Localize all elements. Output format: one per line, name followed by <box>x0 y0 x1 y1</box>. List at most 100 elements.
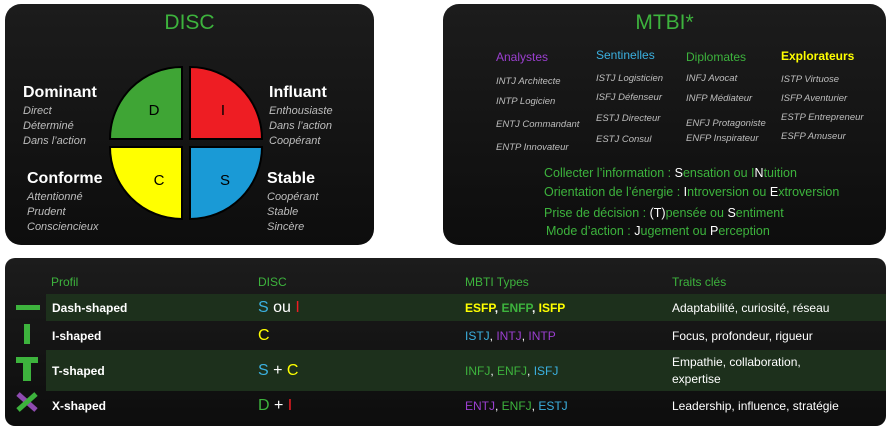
dominant-title: Dominant <box>23 84 97 101</box>
disc-conforme: Conforme Attentionné Prudent Consciencie… <box>27 170 103 235</box>
table-row: I-shaped C ISTJ, INTJ, INTP Focus, profo… <box>46 321 886 350</box>
disc-cell: S ou I <box>258 299 300 317</box>
colored-token: , <box>527 364 534 378</box>
dash-shape-icon <box>16 305 40 310</box>
mbti-type: INFP Médiateur <box>686 93 753 104</box>
mbti-cell: ESFP, ENFP, ISFP <box>465 301 565 315</box>
mbti-cell: ENTJ, ENFJ, ESTJ <box>465 399 568 413</box>
conforme-trait: Prudent <box>27 206 66 218</box>
header-traits: Traits clés <box>672 275 727 289</box>
stable-trait: Coopérant <box>267 191 319 203</box>
colored-token: , <box>531 301 539 315</box>
mbti-type: INFJ Avocat <box>686 73 738 84</box>
colored-token: ou <box>268 299 296 316</box>
traits-cell: Empathie, collaboration, expertise <box>672 355 801 386</box>
dominant-trait: Déterminé <box>23 120 74 132</box>
mbti-dimension-information: Collecter l’information : Sensation ou I… <box>544 166 797 180</box>
header-mbti: MBTI Types <box>465 275 529 289</box>
mbti-group-explorateurs: Explorateurs ISTP Virtuose ISFP Aventuri… <box>781 49 864 142</box>
mbti-dimension-action: Mode d’action : Jugement ou Perception <box>546 224 770 238</box>
disc-wheel: D I C S <box>108 65 264 221</box>
mbti-type: ESFP Amuseur <box>781 131 846 142</box>
mbti-group-analystes: Analystes INTJ Architecte INTP Logicien … <box>496 50 579 153</box>
table-row: X-shaped D + I ENTJ, ENFJ, ESTJ Leadersh… <box>46 391 886 421</box>
colored-token: ISTJ <box>465 329 490 343</box>
group-name: Analystes <box>496 50 549 64</box>
mbti-type: ESTJ Consul <box>596 134 652 145</box>
profile-name: X-shaped <box>52 399 107 413</box>
mbti-type: ESTP Entrepreneur <box>781 112 864 123</box>
traits-cell: Adaptabilité, curiosité, réseau <box>672 301 830 315</box>
colored-token: ENFJ <box>501 399 532 413</box>
colored-token: C <box>258 327 270 344</box>
table-row: Dash-shaped S ou I ESFP, ENFP, ISFP Adap… <box>46 294 886 321</box>
influant-trait: Enthousiaste <box>269 105 333 117</box>
colored-token: + <box>269 397 288 414</box>
traits-cell: Leadership, influence, stratégie <box>672 399 839 413</box>
mbti-cell: INFJ, ENFJ, ISFJ <box>465 364 558 378</box>
t-shape-icon <box>16 357 38 381</box>
disc-cell: S + C <box>258 362 298 380</box>
dominant-trait: Direct <box>23 105 52 117</box>
mbti-type: INTJ Architecte <box>496 76 561 87</box>
mbti-type: ISTP Virtuose <box>781 74 840 85</box>
conforme-title: Conforme <box>27 170 103 187</box>
mbti-type: ENTJ Commandant <box>496 119 580 130</box>
mbti-type: INTP Logicien <box>496 96 556 107</box>
disc-letter-i: I <box>221 102 225 119</box>
colored-token: , <box>495 399 502 413</box>
group-name: Sentinelles <box>596 48 655 62</box>
influant-trait: Coopérant <box>269 135 321 147</box>
dominant-trait: Dans l’action <box>23 135 86 147</box>
traits-cell: Focus, profondeur, rigueur <box>672 329 813 343</box>
disc-letter-d: D <box>149 102 160 119</box>
colored-token: ISFP <box>538 301 566 315</box>
mbti-type: ISTJ Logisticien <box>596 73 664 84</box>
mbti-type: ESTJ Directeur <box>596 113 661 124</box>
disc-quadrant-i <box>189 65 264 140</box>
disc-letter-c: C <box>154 172 165 189</box>
disc-cell: D + I <box>258 397 292 415</box>
mbti-panel: MTBI* Analystes INTJ Architecte INTP Log… <box>443 4 886 245</box>
x-shape-icon <box>16 392 38 412</box>
mbti-type: ENTP Innovateur <box>496 142 569 153</box>
disc-title: DISC <box>164 11 215 34</box>
group-name: Explorateurs <box>781 49 855 63</box>
profile-name: T-shaped <box>52 364 105 378</box>
stable-trait: Sincère <box>267 221 305 233</box>
mbti-group-sentinelles: Sentinelles ISTJ Logisticien ISFJ Défens… <box>596 48 663 145</box>
colored-token: + <box>268 362 287 379</box>
disc-influant: Influant Enthousiaste Dans l’action Coop… <box>269 84 333 149</box>
colored-token: I <box>287 397 293 414</box>
disc-cell: C <box>258 327 270 345</box>
mbti-dimension-energie: Orientation de l’énergie : Introversion … <box>544 185 840 199</box>
group-name: Diplomates <box>686 50 747 64</box>
disc-dominant: Dominant Direct Déterminé Dans l’action <box>23 84 97 149</box>
colored-token: S <box>258 299 269 316</box>
mbti-type: ISFP Aventurier <box>781 93 848 104</box>
disc-panel: DISC D I C S Dominant Direct Déterminé D… <box>5 4 374 245</box>
mbti-type: ENFP Inspirateur <box>686 133 759 144</box>
mbti-group-diplomates: Diplomates INFJ Avocat INFP Médiateur EN… <box>686 50 766 144</box>
colored-token: S <box>258 362 269 379</box>
disc-stable: Stable Coopérant Stable Sincère <box>267 170 318 235</box>
i-shape-icon <box>24 324 30 344</box>
colored-token: , <box>490 364 498 378</box>
mbti-title: MTBI* <box>635 11 694 34</box>
mbti-type: ISFJ Défenseur <box>596 92 662 103</box>
mbti-cell: ISTJ, INTJ, INTP <box>465 329 556 343</box>
colored-token: ESTJ <box>538 399 568 413</box>
profile-table: Profil DISC MBTI Types Traits clés Dash-… <box>5 258 886 426</box>
colored-token: ENFJ <box>497 364 528 378</box>
colored-token: ENTJ <box>465 399 495 413</box>
colored-token: INTJ <box>496 329 522 343</box>
disc-quadrant-d <box>108 65 183 140</box>
influant-title: Influant <box>269 84 327 101</box>
colored-token: ENFP <box>501 301 532 315</box>
influant-trait: Dans l’action <box>269 120 332 132</box>
colored-token: D <box>258 397 270 414</box>
profile-name: Dash-shaped <box>52 301 128 315</box>
table-row: T-shaped S + C INFJ, ENFJ, ISFJ Empathie… <box>46 350 886 391</box>
colored-token: ISFJ <box>533 364 559 378</box>
conforme-trait: Attentionné <box>27 191 83 203</box>
